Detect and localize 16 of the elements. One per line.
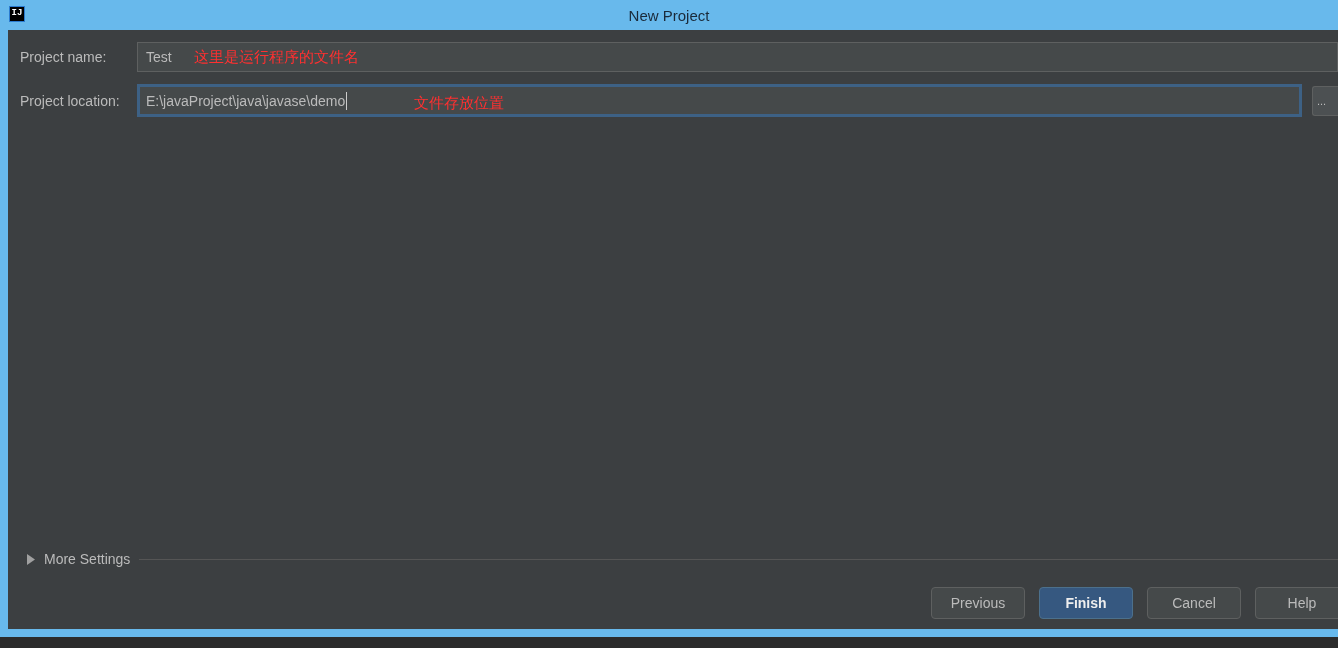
app-logo-icon: IJ — [9, 6, 25, 22]
dialog-button[interactable]: Help — [1255, 587, 1338, 619]
field-label: Project name: — [20, 49, 108, 65]
annotation-text: 文件存放位置 — [414, 93, 504, 113]
input-field[interactable]: E:\javaProject\java\javase\demo 文件存放位置 — [137, 84, 1302, 117]
expand-arrow-icon[interactable] — [27, 553, 35, 565]
text-cursor — [346, 91, 348, 110]
dialog-button[interactable]: Previous — [931, 587, 1025, 619]
input-field[interactable]: Test 这里是运行程序的文件名 — [137, 42, 1338, 72]
dialog-button[interactable]: Cancel — [1147, 587, 1241, 619]
window-title: New Project — [628, 6, 710, 24]
dialog-button[interactable]: Finish — [1039, 587, 1133, 619]
browse-button[interactable]: ... — [1312, 85, 1338, 116]
field-label: Project location: — [20, 92, 121, 109]
more-settings-toggle[interactable]: More Settings — [44, 551, 131, 567]
annotation-text: 这里是运行程序的文件名 — [194, 47, 359, 67]
